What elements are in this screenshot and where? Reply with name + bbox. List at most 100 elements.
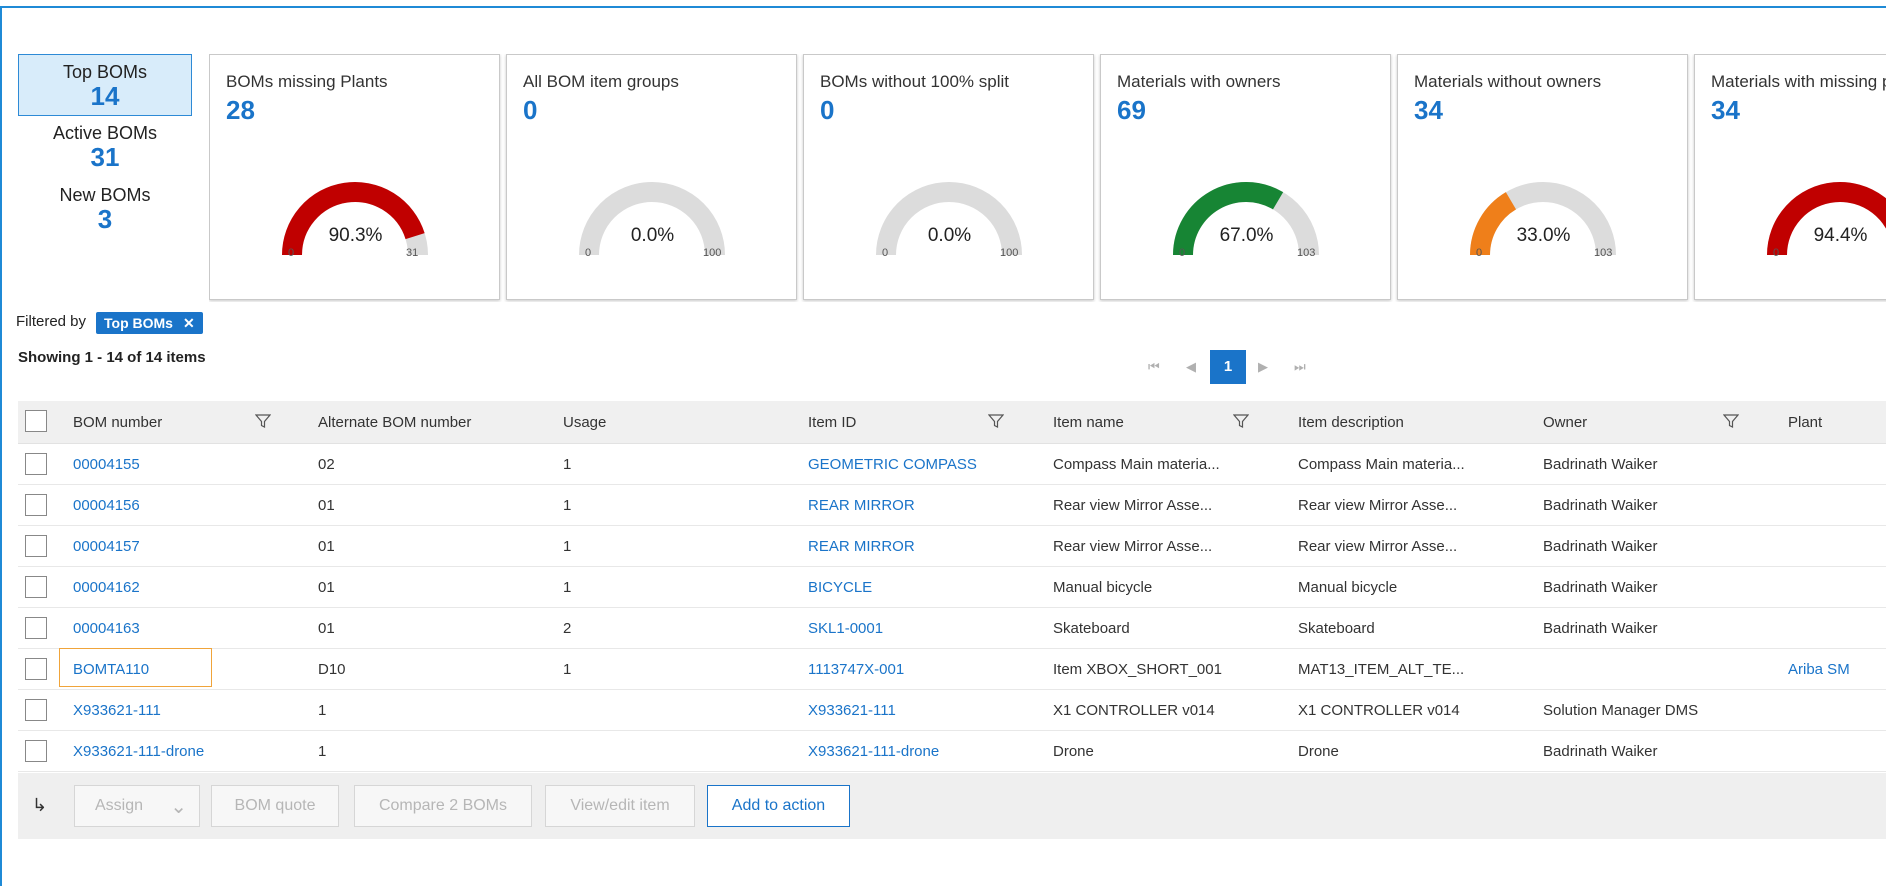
- table-row[interactable]: 00004163 01 2 SKL1-0001 Skateboard Skate…: [18, 608, 1886, 649]
- row-checkbox[interactable]: [25, 699, 47, 721]
- owner-cell: Badrinath Waiker: [1543, 578, 1658, 596]
- kpi-card[interactable]: All BOM item groups 0 0.0% 0 100: [506, 54, 797, 300]
- column-header-alternate-bom[interactable]: Alternate BOM number: [318, 401, 471, 443]
- column-header-item-description[interactable]: Item description: [1298, 401, 1404, 443]
- plant-link[interactable]: Ariba SM: [1788, 649, 1850, 689]
- showing-count: Showing 1 - 14 of 14 items: [18, 349, 206, 366]
- table-row[interactable]: X933621-111-drone 1 X933621-111-drone Dr…: [18, 731, 1886, 772]
- kpi-card[interactable]: BOMs without 100% split 0 0.0% 0 100: [803, 54, 1094, 300]
- bom-number-link[interactable]: 00004155: [73, 444, 140, 484]
- kpi-card[interactable]: Materials with owners 69 67.0% 0 103: [1100, 54, 1391, 300]
- stat-active-boms[interactable]: Active BOMs 31: [18, 116, 192, 178]
- row-checkbox[interactable]: [25, 576, 47, 598]
- kpi-card[interactable]: BOMs missing Plants 28 90.3% 0 31: [209, 54, 500, 300]
- item-description-cell: X1 CONTROLLER v014: [1298, 701, 1460, 719]
- gauge-min: 0: [1179, 247, 1186, 259]
- item-name-cell: Skateboard: [1053, 619, 1130, 637]
- item-id-link[interactable]: X933621-111-drone: [808, 731, 939, 771]
- bom-quote-button[interactable]: BOM quote: [211, 785, 339, 827]
- column-header-item-name[interactable]: Item name: [1053, 401, 1124, 443]
- item-id-link[interactable]: GEOMETRIC COMPASS: [808, 444, 977, 484]
- owner-cell: Solution Manager DMS: [1543, 701, 1699, 719]
- item-id-link[interactable]: 1113747X-001: [808, 649, 904, 689]
- owner-cell: Badrinath Waiker: [1543, 496, 1658, 514]
- gauge-percent: 67.0%: [1219, 225, 1274, 246]
- item-id-link[interactable]: BICYCLE: [808, 567, 872, 607]
- select-all-checkbox[interactable]: [25, 410, 47, 432]
- column-header-owner[interactable]: Owner: [1543, 401, 1587, 443]
- item-id-link[interactable]: X933621-111: [808, 690, 896, 730]
- usage-cell: 1: [563, 660, 572, 678]
- table-header: BOM number Alternate BOM number Usage It…: [18, 401, 1886, 444]
- row-checkbox[interactable]: [25, 658, 47, 680]
- table-row[interactable]: 00004162 01 1 BICYCLE Manual bicycle Man…: [18, 567, 1886, 608]
- filtered-by-label: Filtered by: [16, 313, 87, 330]
- gauge-max: 103: [1297, 247, 1316, 259]
- assign-dropdown[interactable]: Assign ⌄: [74, 785, 200, 827]
- item-id-link[interactable]: SKL1-0001: [808, 608, 883, 648]
- bom-number-link[interactable]: BOMTA110: [73, 649, 149, 689]
- stat-top-boms[interactable]: Top BOMs 14: [18, 54, 192, 116]
- stat-label: Active BOMs: [52, 123, 158, 143]
- column-header-item-id[interactable]: Item ID: [808, 401, 856, 443]
- bom-number-link[interactable]: 00004163: [73, 608, 140, 648]
- table-row[interactable]: BOMTA110 D10 1 1113747X-001 Item XBOX_SH…: [18, 648, 1886, 690]
- close-icon[interactable]: ✕: [183, 315, 195, 331]
- table-row[interactable]: 00004157 01 1 REAR MIRROR Rear view Mirr…: [18, 526, 1886, 567]
- row-checkbox[interactable]: [25, 453, 47, 475]
- chevron-down-icon: ⌄: [170, 795, 187, 818]
- item-name-cell: Rear view Mirror Asse...: [1053, 496, 1213, 514]
- prev-page-icon[interactable]: ◀: [1186, 359, 1196, 375]
- row-checkbox[interactable]: [25, 617, 47, 639]
- view-edit-item-button[interactable]: View/edit item: [545, 785, 695, 827]
- bom-number-link[interactable]: 00004157: [73, 526, 140, 566]
- owner-cell: Badrinath Waiker: [1543, 742, 1658, 760]
- filter-chip-top-boms[interactable]: Top BOMs ✕: [96, 312, 203, 334]
- stat-label: New BOMs: [59, 185, 151, 205]
- item-id-link[interactable]: REAR MIRROR: [808, 526, 915, 566]
- last-page-icon[interactable]: ⏭: [1294, 359, 1306, 375]
- gauge-max: 100: [703, 247, 722, 259]
- gauge-min: 0: [882, 247, 889, 259]
- bom-number-link[interactable]: 00004156: [73, 485, 140, 525]
- column-header-plant[interactable]: Plant: [1788, 401, 1822, 443]
- alternate-bom-cell: 01: [318, 537, 335, 555]
- gauge-min: 0: [288, 247, 295, 259]
- table-actions-bar: ↳ Assign ⌄ BOM quote Compare 2 BOMs View…: [18, 773, 1886, 839]
- usage-cell: 2: [563, 619, 572, 637]
- item-description-cell: Drone: [1298, 742, 1339, 760]
- next-page-icon[interactable]: ▶: [1258, 359, 1268, 375]
- bom-number-link[interactable]: 00004162: [73, 567, 140, 607]
- page-button-current[interactable]: 1: [1210, 350, 1246, 384]
- filter-icon[interactable]: [254, 413, 272, 434]
- first-page-icon[interactable]: ⏮: [1148, 359, 1160, 375]
- filter-icon[interactable]: [987, 413, 1005, 434]
- owner-cell: Badrinath Waiker: [1543, 537, 1658, 555]
- add-to-action-button[interactable]: Add to action: [707, 785, 850, 827]
- alternate-bom-cell: 1: [318, 701, 327, 719]
- bom-number-link[interactable]: X933621-111: [73, 690, 161, 730]
- kpi-card[interactable]: Materials without owners 34 33.0% 0 103: [1397, 54, 1688, 300]
- bom-number-link[interactable]: X933621-111-drone: [73, 731, 204, 771]
- kpi-card[interactable]: Materials with missing p 34 94.4% 0: [1694, 54, 1886, 300]
- item-description-cell: Skateboard: [1298, 619, 1375, 637]
- table-row[interactable]: X933621-111 1 X933621-111 X1 CONTROLLER …: [18, 690, 1886, 731]
- gauge-chart: [282, 182, 428, 256]
- compare-boms-button[interactable]: Compare 2 BOMs: [354, 785, 532, 827]
- return-arrow-icon: ↳: [32, 795, 48, 815]
- row-checkbox[interactable]: [25, 740, 47, 762]
- item-id-link[interactable]: REAR MIRROR: [808, 485, 915, 525]
- table-row[interactable]: 00004156 01 1 REAR MIRROR Rear view Mirr…: [18, 485, 1886, 526]
- stat-new-boms[interactable]: New BOMs 3: [18, 178, 192, 240]
- usage-cell: 1: [563, 537, 572, 555]
- filter-icon[interactable]: [1722, 413, 1740, 434]
- filter-icon[interactable]: [1232, 413, 1250, 434]
- row-checkbox[interactable]: [25, 535, 47, 557]
- owner-cell: Badrinath Waiker: [1543, 619, 1658, 637]
- column-header-bom-number[interactable]: BOM number: [73, 401, 162, 443]
- column-header-usage[interactable]: Usage: [563, 401, 606, 443]
- usage-cell: 1: [563, 455, 572, 473]
- row-checkbox[interactable]: [25, 494, 47, 516]
- table-row[interactable]: 00004155 02 1 GEOMETRIC COMPASS Compass …: [18, 444, 1886, 485]
- item-name-cell: Item XBOX_SHORT_001: [1053, 660, 1222, 678]
